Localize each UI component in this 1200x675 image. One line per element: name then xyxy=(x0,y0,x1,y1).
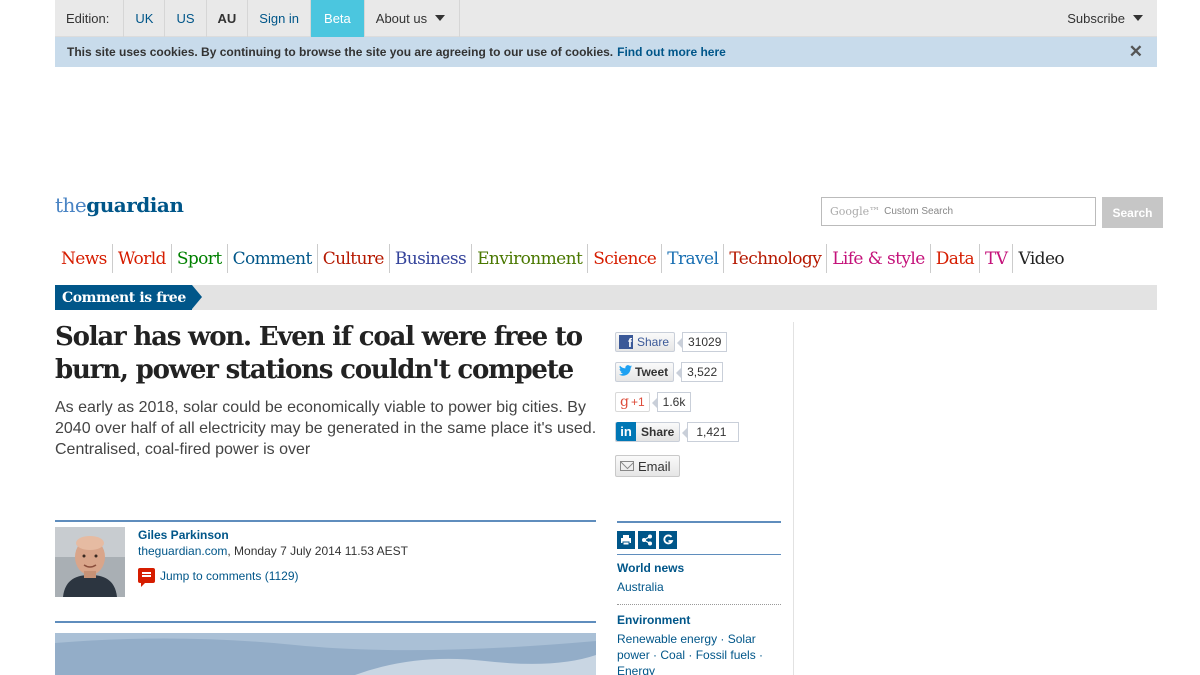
source-link[interactable]: theguardian.com xyxy=(138,544,227,558)
search-input[interactable]: Google™ Custom Search xyxy=(821,197,1096,226)
linkedin-share-count: 1,421 xyxy=(682,421,740,442)
about-us-menu[interactable]: About us xyxy=(365,0,461,37)
nav-item-life-style[interactable]: Life & style xyxy=(826,244,929,273)
about-us-label: About us xyxy=(375,10,428,26)
edition-au-link[interactable]: AU xyxy=(207,0,249,37)
tweet-button[interactable]: Tweet xyxy=(615,361,675,382)
linkedin-share-button[interactable]: in Share xyxy=(615,421,681,442)
cookie-info-link[interactable]: Find out more here xyxy=(617,45,726,59)
edition-uk-link[interactable]: UK xyxy=(123,0,166,37)
nav-item-world[interactable]: World xyxy=(111,244,171,273)
guardian-g-icon[interactable] xyxy=(659,531,677,549)
nav-item-comment[interactable]: Comment xyxy=(226,244,317,273)
linkedin-share-row: in Share 1,421 xyxy=(615,421,785,442)
nav-item-sport[interactable]: Sport xyxy=(170,244,227,273)
column-divider xyxy=(793,322,794,675)
edition-bar: Edition: UK US AU Sign in Beta About us … xyxy=(55,0,1157,37)
article-tools xyxy=(617,531,677,549)
image-rule xyxy=(55,621,596,623)
keyword-divider xyxy=(617,604,781,605)
nav-item-travel[interactable]: Travel xyxy=(661,244,723,273)
section-tag-comment-is-free[interactable]: Comment is free xyxy=(55,285,202,310)
tools-rule-bottom xyxy=(617,554,781,555)
beta-link[interactable]: Beta xyxy=(311,0,365,37)
keyword-links-environment[interactable]: Renewable energy · Solar power · Coal · … xyxy=(617,631,783,675)
author-avatar[interactable] xyxy=(55,527,125,597)
keyword-head-environment[interactable]: Environment xyxy=(617,613,690,627)
facebook-share-count: 31029 xyxy=(676,331,728,352)
share-icon[interactable] xyxy=(638,531,656,549)
facebook-share-button[interactable]: f Share xyxy=(615,331,676,352)
article-dateline: theguardian.com, Monday 7 July 2014 11.5… xyxy=(138,544,408,558)
subscribe-label: Subscribe xyxy=(1067,10,1125,26)
linkedin-share-label: Share xyxy=(641,424,675,439)
print-icon[interactable] xyxy=(617,531,635,549)
article-main-image xyxy=(55,633,596,675)
nav-item-news[interactable]: News xyxy=(55,244,112,273)
logo-the: the xyxy=(55,193,87,217)
googleplus-icon: g xyxy=(620,393,629,410)
nav-item-environment[interactable]: Environment xyxy=(471,244,587,273)
byline-rule xyxy=(55,520,596,522)
googleplus-label: +1 xyxy=(630,394,645,409)
twitter-bird-icon xyxy=(619,364,632,379)
search-placeholder: Custom Search xyxy=(884,206,954,217)
twitter-share-row: Tweet 3,522 xyxy=(615,361,785,382)
section-nav: News World Sport Comment Culture Busines… xyxy=(55,244,1069,273)
chevron-down-icon xyxy=(435,15,446,21)
envelope-icon xyxy=(620,461,634,471)
nav-item-business[interactable]: Business xyxy=(388,244,471,273)
edition-us-link[interactable]: US xyxy=(165,0,207,37)
jump-to-comments-link[interactable]: Jump to comments (1129) xyxy=(138,568,299,587)
sign-in-link[interactable]: Sign in xyxy=(248,0,312,37)
comment-bubble-icon xyxy=(138,568,155,587)
googleplus-share-row: g +1 1.6k xyxy=(615,391,785,412)
google-brand: Google™ xyxy=(830,205,881,218)
linkedin-icon: in xyxy=(616,422,636,441)
guardian-logo[interactable]: theguardian xyxy=(55,193,184,217)
edition-label: Edition: xyxy=(66,10,110,26)
logo-guardian: guardian xyxy=(86,193,184,217)
facebook-icon: f xyxy=(619,334,633,349)
nav-item-culture[interactable]: Culture xyxy=(316,244,389,273)
email-share-button[interactable]: Email xyxy=(615,455,680,477)
keyword-links-world-news[interactable]: Australia xyxy=(617,579,783,595)
publish-date: , Monday 7 July 2014 11.53 AEST xyxy=(227,544,408,558)
section-strip xyxy=(55,285,1157,310)
cookie-message: This site uses cookies. By continuing to… xyxy=(67,45,614,59)
tweet-count: 3,522 xyxy=(676,361,724,382)
chevron-down-icon xyxy=(1133,15,1143,21)
author-name-link[interactable]: Giles Parkinson xyxy=(138,528,229,542)
facebook-share-row: f Share 31029 xyxy=(615,331,785,352)
subscribe-menu[interactable]: Subscribe xyxy=(1056,0,1157,37)
comments-label: Jump to comments (1129) xyxy=(160,568,299,583)
nav-item-video[interactable]: Video xyxy=(1012,244,1069,273)
close-icon[interactable]: ✕ xyxy=(1129,42,1143,62)
keyword-head-world-news[interactable]: World news xyxy=(617,561,684,575)
nav-item-data[interactable]: Data xyxy=(929,244,979,273)
facebook-share-label: Share xyxy=(637,334,670,349)
article-standfirst: As early as 2018, solar could be economi… xyxy=(55,399,597,458)
tools-rule xyxy=(617,521,781,523)
nav-item-technology[interactable]: Technology xyxy=(723,244,826,273)
search-button[interactable]: Search xyxy=(1102,197,1163,228)
googleplus-button[interactable]: g +1 xyxy=(615,391,650,412)
email-label: Email xyxy=(638,458,671,474)
tweet-label: Tweet xyxy=(635,364,669,379)
nav-item-science[interactable]: Science xyxy=(587,244,661,273)
article-headline: Solar has won. Even if coal were free to… xyxy=(55,322,583,385)
nav-item-tv[interactable]: TV xyxy=(979,244,1012,273)
share-tools: f Share 31029 Tweet 3,522 g +1 1.6k in S… xyxy=(615,331,785,477)
googleplus-count: 1.6k xyxy=(651,391,692,412)
cookie-banner: This site uses cookies. By continuing to… xyxy=(55,37,1157,67)
